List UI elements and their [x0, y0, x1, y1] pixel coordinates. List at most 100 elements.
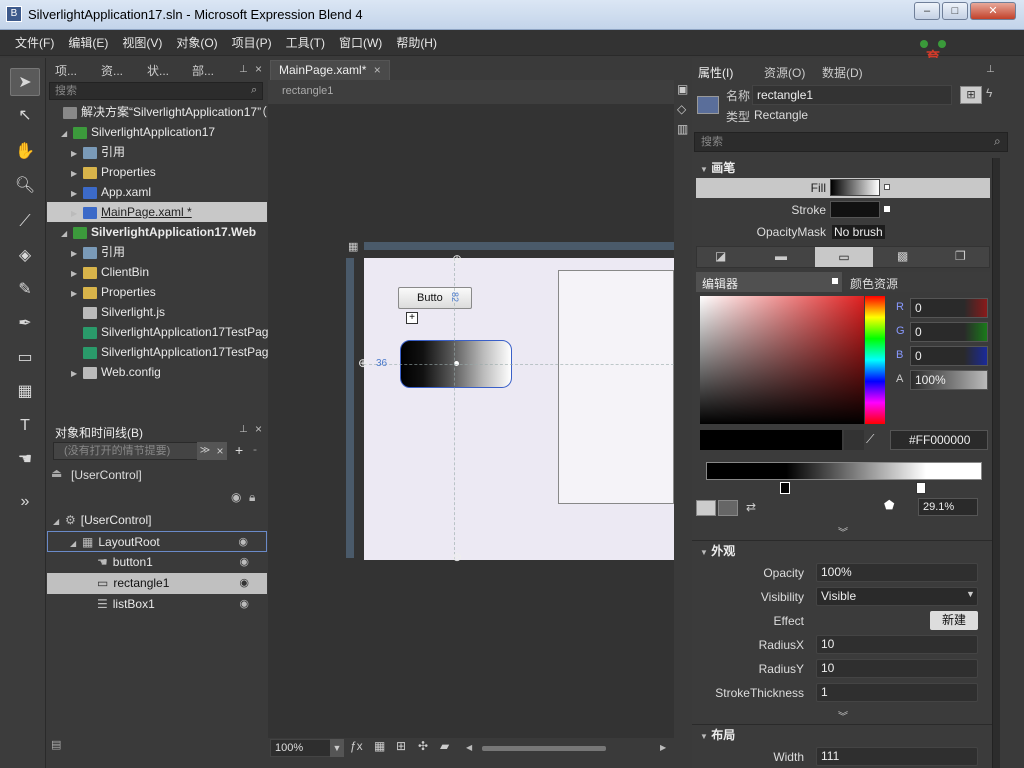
- design-surface[interactable]: Butto 36 82 +: [364, 258, 674, 560]
- expand-arrow-icon[interactable]: ◢: [53, 511, 65, 532]
- horizontal-scrollbar-thumb[interactable]: [482, 746, 606, 751]
- pan-tool-icon[interactable]: ✋: [10, 138, 40, 166]
- visibility-select[interactable]: Visible: [816, 587, 978, 606]
- menu-item-3[interactable]: 对象(O): [169, 30, 224, 56]
- zoom-dropdown-icon[interactable]: ▼: [330, 739, 344, 757]
- design-view-icon[interactable]: ▣: [677, 82, 688, 96]
- opacity-input[interactable]: 100%: [816, 563, 978, 582]
- stroke-swatch[interactable]: [830, 201, 880, 218]
- project-tree-item[interactable]: ▶ 引用: [47, 142, 267, 162]
- storyboard-dropdown-icon[interactable]: ≫: [197, 442, 213, 460]
- object-tree-item[interactable]: ☰ listBox1 ◉: [47, 594, 267, 615]
- eye-icon[interactable]: ◉: [239, 573, 249, 594]
- brush-transform-tool-icon[interactable]: ✎: [10, 276, 40, 304]
- linear-gradient-icon[interactable]: [696, 500, 716, 516]
- column-ruler[interactable]: [364, 242, 674, 250]
- pen-tool-icon[interactable]: ✒: [10, 310, 40, 338]
- expand-arrow-icon[interactable]: ▶: [71, 244, 83, 264]
- grid-adorner-icon[interactable]: ▦: [348, 240, 362, 254]
- grid-layout-tool-icon[interactable]: ▦: [10, 378, 40, 406]
- add-adorner-icon[interactable]: +: [406, 312, 418, 324]
- scroll-right-icon[interactable]: ▶: [660, 743, 666, 752]
- menu-item-6[interactable]: 窗口(W): [332, 30, 389, 56]
- close-storyboard-icon[interactable]: ×: [213, 442, 227, 460]
- expand-arrow-icon[interactable]: ▶: [71, 284, 83, 304]
- project-tree-item[interactable]: ◢ SilverlightApplication17: [47, 122, 267, 142]
- selection-tool-icon[interactable]: ➤: [10, 68, 40, 96]
- properties-scrollbar[interactable]: [992, 158, 1000, 768]
- fill-swatch[interactable]: [830, 179, 880, 196]
- properties-search-input[interactable]: 搜索: [694, 132, 1008, 152]
- vertical-scrollbar[interactable]: [678, 104, 686, 738]
- layout-header[interactable]: ▼ 布局: [692, 724, 992, 744]
- control-tool-icon[interactable]: ☚: [10, 446, 40, 474]
- editor-pin-icon[interactable]: [832, 278, 838, 284]
- tab-properties[interactable]: 属性(I): [698, 64, 733, 81]
- row-ruler[interactable]: [346, 258, 354, 558]
- zoom-tool-icon[interactable]: 🔍︎: [10, 172, 40, 200]
- snap-lines-icon[interactable]: ✣: [418, 739, 428, 753]
- zoom-input[interactable]: 100%: [270, 739, 332, 757]
- gradient-offset-input[interactable]: 29.1%: [918, 498, 978, 516]
- close-tab-icon[interactable]: ×: [374, 63, 381, 77]
- project-tree-item[interactable]: SilverlightApplication17TestPag: [47, 322, 268, 342]
- tab-assets[interactable]: 资...: [101, 62, 123, 80]
- name-input[interactable]: rectangle1: [752, 85, 952, 105]
- eye-icon[interactable]: ◉: [239, 552, 249, 573]
- tile-brush-icon[interactable]: ▩: [897, 249, 908, 263]
- tab-parts[interactable]: 部...: [192, 62, 214, 80]
- red-channel-input[interactable]: 0: [910, 298, 988, 318]
- lock-icon[interactable]: 🔒︎: [249, 490, 255, 505]
- gradient-stop-white[interactable]: [916, 482, 926, 494]
- project-tree-item[interactable]: SilverlightApplication17TestPag: [47, 342, 268, 362]
- expand-arrow-icon[interactable]: ◢: [61, 124, 73, 144]
- storyboard-options-icon[interactable]: -: [253, 442, 257, 456]
- project-tree-item[interactable]: ▶ Properties: [47, 282, 267, 302]
- annotations-icon[interactable]: ▰: [440, 739, 449, 753]
- eye-icon[interactable]: ◉: [238, 532, 248, 553]
- close-panel-icon[interactable]: ×: [255, 62, 262, 76]
- radial-gradient-icon[interactable]: [718, 500, 738, 516]
- menu-item-7[interactable]: 帮助(H): [389, 30, 444, 56]
- appearance-header[interactable]: ▼ 外观: [692, 540, 992, 560]
- top-anchor-icon[interactable]: ⊕: [452, 252, 462, 266]
- tab-resources[interactable]: 资源(O): [764, 64, 805, 81]
- pin-icon[interactable]: ⊥: [986, 64, 995, 75]
- events-view-icon[interactable]: ϟ: [986, 86, 992, 100]
- project-tree-item[interactable]: ▶ ClientBin: [47, 262, 267, 282]
- object-tree-item[interactable]: ▭ rectangle1 ◉: [47, 573, 267, 594]
- strokethickness-input[interactable]: 1: [816, 683, 978, 702]
- close-button[interactable]: ✕: [970, 2, 1016, 20]
- collapse-brush-icon[interactable]: ︾: [838, 524, 848, 539]
- button1[interactable]: Butto: [398, 287, 472, 309]
- opacitymask-row[interactable]: OpacityMask No brush: [696, 222, 990, 242]
- no-brush-icon[interactable]: ◪: [715, 249, 726, 263]
- rectangle-tool-icon[interactable]: ▭: [10, 344, 40, 372]
- object-tree-item[interactable]: ☚ button1 ◉: [47, 552, 267, 573]
- project-tree-item[interactable]: 解决方案“SilverlightApplication17”（: [47, 102, 267, 122]
- project-tree-item[interactable]: ◢ SilverlightApplication17.Web: [47, 222, 267, 242]
- radiusx-input[interactable]: 10: [816, 635, 978, 654]
- artboard[interactable]: ▦ Butto 36 82 + ⊕ ⊕ ⊕: [268, 104, 674, 738]
- snap-grid-icon[interactable]: ⊞: [396, 739, 406, 753]
- eyedropper-tool-icon[interactable]: ⟋: [10, 208, 40, 236]
- menu-item-5[interactable]: 工具(T): [279, 30, 332, 56]
- expand-arrow-icon[interactable]: ▶: [71, 364, 83, 384]
- show-grid-icon[interactable]: ▦: [374, 739, 385, 753]
- fill-row[interactable]: Fill: [696, 178, 990, 198]
- scroll-left-icon[interactable]: ◀: [466, 743, 472, 752]
- menu-item-4[interactable]: 项目(P): [225, 30, 279, 56]
- fill-advanced-icon[interactable]: [884, 184, 890, 190]
- expand-arrow-icon[interactable]: ◢: [61, 224, 73, 244]
- expand-arrow-icon[interactable]: ▶: [71, 164, 83, 184]
- new-effect-button[interactable]: 新建: [930, 611, 978, 630]
- expand-arrow-icon[interactable]: ▶: [71, 264, 83, 284]
- tab-mainpage[interactable]: MainPage.xaml* ×: [270, 60, 390, 80]
- project-tree-item[interactable]: ▶ 引用: [47, 242, 267, 262]
- properties-view-icon[interactable]: ⊞: [960, 86, 982, 104]
- object-tree-item[interactable]: ◢ ▦ LayoutRoot ◉: [47, 531, 267, 552]
- eye-icon[interactable]: ◉: [231, 490, 241, 504]
- object-tree-item[interactable]: ◢ ⚙ [UserControl]: [47, 510, 267, 531]
- storyboard-picker[interactable]: (没有打开的情节提要): [53, 442, 199, 460]
- scope-up-icon[interactable]: ⏏: [51, 466, 62, 480]
